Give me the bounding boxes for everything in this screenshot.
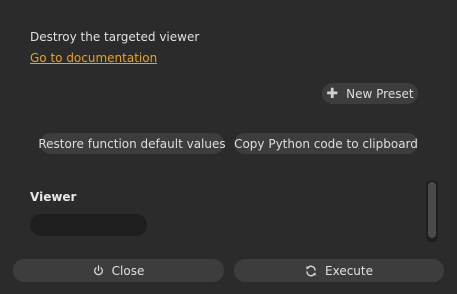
- close-label: Close: [111, 263, 145, 278]
- new-preset-button[interactable]: ✚ New Preset: [322, 83, 418, 104]
- copy-python-button[interactable]: Copy Python code to clipboard: [234, 133, 418, 154]
- function-panel: Destroy the targeted viewer Go to docume…: [0, 0, 457, 294]
- new-preset-label: New Preset: [346, 86, 414, 101]
- execute-button[interactable]: Execute: [234, 259, 444, 282]
- restore-defaults-label: Restore function default values: [38, 136, 226, 151]
- refresh-icon: [305, 265, 317, 277]
- execute-label: Execute: [325, 263, 373, 278]
- viewer-label: Viewer: [30, 190, 77, 204]
- function-description: Destroy the targeted viewer: [30, 30, 200, 44]
- power-icon: [93, 265, 104, 276]
- viewer-field[interactable]: [30, 214, 147, 236]
- plus-icon: ✚: [326, 85, 339, 102]
- close-button[interactable]: Close: [13, 259, 224, 282]
- documentation-link[interactable]: Go to documentation: [30, 51, 157, 65]
- copy-python-label: Copy Python code to clipboard: [234, 136, 418, 151]
- scrollbar-thumb[interactable]: [428, 182, 436, 238]
- restore-defaults-button[interactable]: Restore function default values: [38, 133, 226, 154]
